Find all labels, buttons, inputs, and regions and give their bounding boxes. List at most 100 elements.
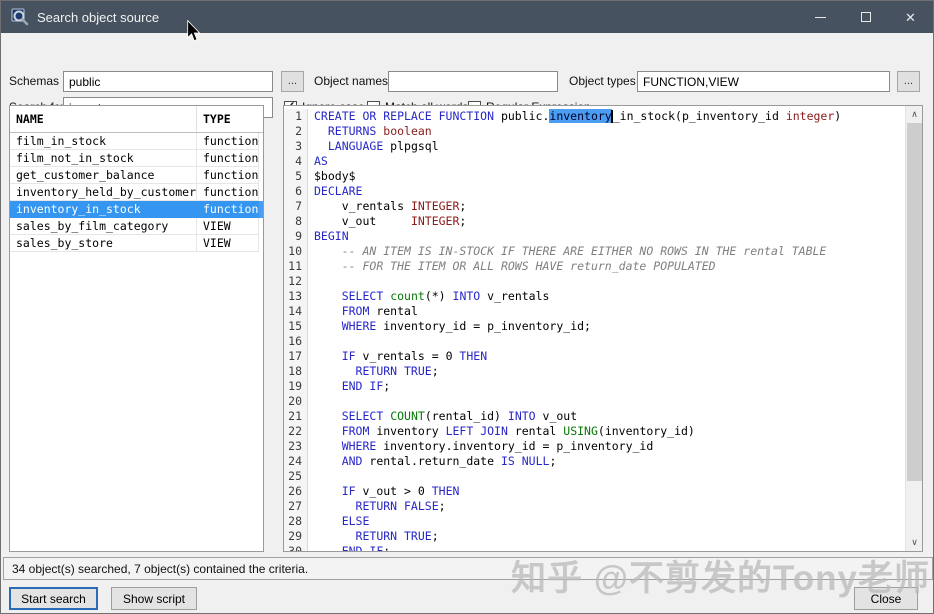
line-number: 29 [284, 529, 308, 544]
code-line: 19 END IF; [284, 379, 905, 394]
search-object-source-dialog: Search object source ✕ Schemas ... Objec… [0, 0, 934, 614]
code-line: 13 SELECT count(*) INTO v_rentals [284, 289, 905, 304]
column-header-type[interactable]: TYPE [197, 106, 259, 132]
line-number: 16 [284, 334, 308, 349]
line-number: 27 [284, 499, 308, 514]
line-number: 7 [284, 199, 308, 214]
schemas-label: Schemas [9, 71, 59, 92]
line-number: 12 [284, 274, 308, 289]
object-name-cell: film_not_in_stock [10, 150, 197, 167]
object-names-label: Object names [314, 71, 388, 92]
code-line: 6DECLARE [284, 184, 905, 199]
titlebar[interactable]: Search object source ✕ [1, 1, 933, 33]
code-line: 1CREATE OR REPLACE FUNCTION public.inven… [284, 109, 905, 124]
vertical-scrollbar[interactable]: ∧ ∨ [905, 106, 922, 551]
code-line: 28 ELSE [284, 514, 905, 529]
results-table: NAME TYPE film_in_stockfunctionfilm_not_… [9, 105, 264, 552]
code-line: 26 IF v_out > 0 THEN [284, 484, 905, 499]
code-line: 17 IF v_rentals = 0 THEN [284, 349, 905, 364]
search-form: Schemas ... Object names Object types ..… [1, 33, 933, 101]
line-number: 30 [284, 544, 308, 551]
table-row[interactable]: inventory_held_by_customerfunction [10, 184, 263, 201]
code-line: 24 AND rental.return_date IS NULL; [284, 454, 905, 469]
line-number: 26 [284, 484, 308, 499]
object-types-label: Object types [569, 71, 636, 92]
start-search-button[interactable]: Start search [9, 587, 98, 610]
line-number: 6 [284, 184, 308, 199]
close-button[interactable]: Close [854, 587, 918, 610]
table-row[interactable]: sales_by_film_categoryVIEW [10, 218, 263, 235]
code-lines: 1CREATE OR REPLACE FUNCTION public.inven… [284, 106, 905, 551]
object-types-input[interactable] [637, 71, 890, 92]
line-number: 15 [284, 319, 308, 334]
line-number: 23 [284, 439, 308, 454]
scrollbar-thumb[interactable] [907, 123, 922, 481]
window-title: Search object source [37, 10, 159, 25]
line-number: 4 [284, 154, 308, 169]
table-header-row: NAME TYPE [10, 106, 263, 133]
code-line: 18 RETURN TRUE; [284, 364, 905, 379]
line-number: 21 [284, 409, 308, 424]
line-number: 20 [284, 394, 308, 409]
schemas-input[interactable] [63, 71, 273, 92]
object-name-cell: film_in_stock [10, 133, 197, 150]
code-line: 20 [284, 394, 905, 409]
scroll-down-icon[interactable]: ∨ [906, 534, 923, 551]
line-number: 5 [284, 169, 308, 184]
object-name-cell: inventory_in_stock [10, 201, 197, 218]
object-name-cell: inventory_held_by_customer [10, 184, 197, 201]
code-line: 21 SELECT COUNT(rental_id) INTO v_out [284, 409, 905, 424]
table-row[interactable]: film_not_in_stockfunction [10, 150, 263, 167]
minimize-button[interactable] [798, 1, 843, 33]
object-name-cell: sales_by_store [10, 235, 197, 252]
object-name-cell: get_customer_balance [10, 167, 197, 184]
line-number: 18 [284, 364, 308, 379]
object-type-cell: function [197, 184, 259, 201]
code-line: 15 WHERE inventory_id = p_inventory_id; [284, 319, 905, 334]
close-icon: ✕ [905, 11, 916, 24]
object-type-cell: function [197, 133, 259, 150]
code-scroll-area[interactable]: 1CREATE OR REPLACE FUNCTION public.inven… [284, 106, 905, 551]
code-line: 30 END IF; [284, 544, 905, 551]
object-type-cell: VIEW [197, 235, 259, 252]
code-line: 2 RETURNS boolean [284, 124, 905, 139]
source-code-viewer[interactable]: 1CREATE OR REPLACE FUNCTION public.inven… [283, 105, 923, 552]
table-row[interactable]: film_in_stockfunction [10, 133, 263, 150]
line-number: 19 [284, 379, 308, 394]
minimize-icon [815, 17, 826, 18]
code-line: 4AS [284, 154, 905, 169]
results-table-body: film_in_stockfunctionfilm_not_in_stockfu… [10, 133, 263, 252]
code-line: 22 FROM inventory LEFT JOIN rental USING… [284, 424, 905, 439]
line-number: 13 [284, 289, 308, 304]
schemas-browse-button[interactable]: ... [281, 71, 304, 92]
table-row[interactable]: get_customer_balancefunction [10, 167, 263, 184]
code-line: 29 RETURN TRUE; [284, 529, 905, 544]
object-names-input[interactable] [388, 71, 558, 92]
line-number: 17 [284, 349, 308, 364]
table-row[interactable]: inventory_in_stockfunction [10, 201, 263, 218]
code-line: 3 LANGUAGE plpgsql [284, 139, 905, 154]
code-line: 23 WHERE inventory.inventory_id = p_inve… [284, 439, 905, 454]
maximize-icon [861, 12, 871, 22]
code-line: 11 -- FOR THE ITEM OR ALL ROWS HAVE retu… [284, 259, 905, 274]
line-number: 8 [284, 214, 308, 229]
line-number: 11 [284, 259, 308, 274]
maximize-button[interactable] [843, 1, 888, 33]
line-number: 1 [284, 109, 308, 124]
code-line: 14 FROM rental [284, 304, 905, 319]
object-type-cell: function [197, 201, 259, 218]
code-line: 5$body$ [284, 169, 905, 184]
object-type-cell: function [197, 167, 259, 184]
status-text: 34 object(s) searched, 7 object(s) conta… [12, 562, 308, 576]
object-type-cell: function [197, 150, 259, 167]
column-header-name[interactable]: NAME [10, 106, 197, 132]
close-window-button[interactable]: ✕ [888, 1, 933, 33]
line-number: 28 [284, 514, 308, 529]
code-line: 7 v_rentals INTEGER; [284, 199, 905, 214]
show-script-button[interactable]: Show script [111, 587, 197, 610]
code-line: 25 [284, 469, 905, 484]
code-line: 16 [284, 334, 905, 349]
scroll-up-icon[interactable]: ∧ [906, 106, 923, 123]
object-types-browse-button[interactable]: ... [897, 71, 920, 92]
table-row[interactable]: sales_by_storeVIEW [10, 235, 263, 252]
